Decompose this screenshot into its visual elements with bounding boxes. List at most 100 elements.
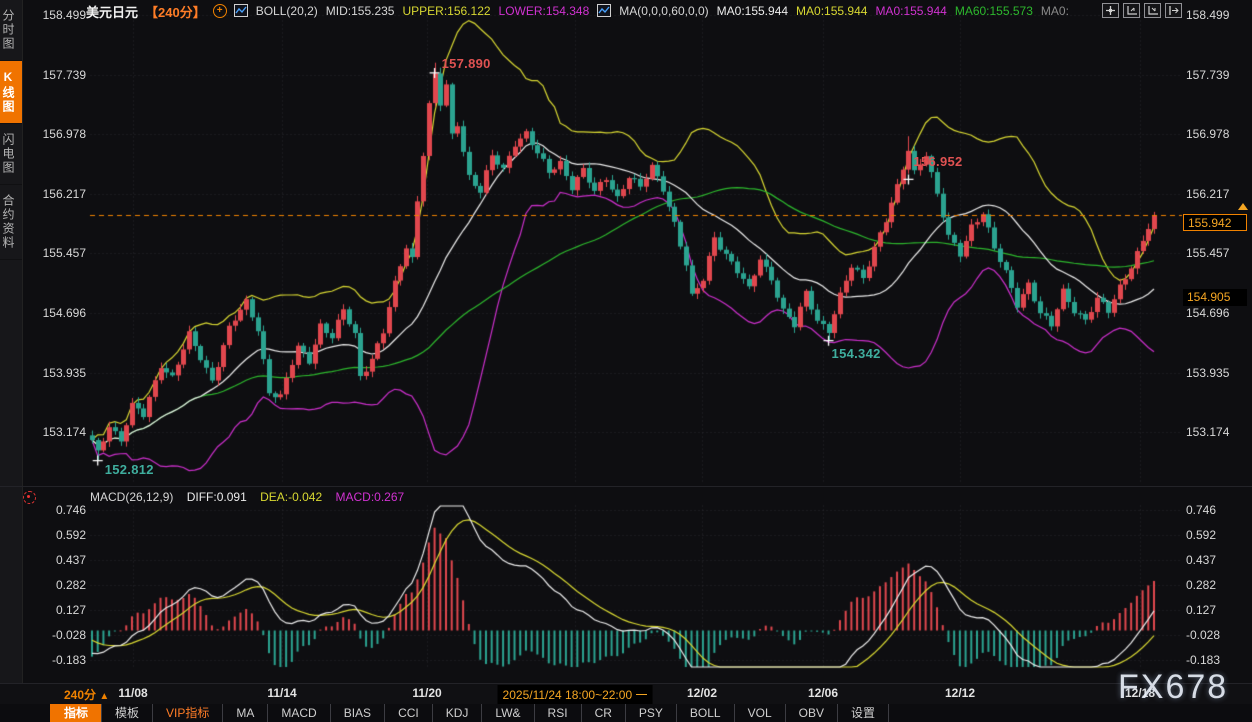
date-tick-label: 11/08 (118, 686, 147, 700)
add-indicator-icon[interactable]: + (213, 4, 227, 18)
macd-header: MACD(26,12,9) DIFF:0.091 DEA:-0.042 MACD… (90, 490, 414, 504)
macd-tick-label: 0.437 (1186, 553, 1216, 567)
macd-tick-label: -0.028 (26, 628, 86, 642)
pan-right-icon[interactable] (1165, 3, 1182, 18)
price-tick-label: 155.457 (1186, 246, 1229, 260)
macd-tick-label: 0.437 (26, 553, 86, 567)
timeframe-label: 240分 (64, 688, 96, 702)
current-price-box: 155.942 (1183, 214, 1247, 231)
current-price-arrow-icon (1238, 203, 1248, 210)
chart-tool-icons (1102, 3, 1182, 18)
sidebar-tab-4[interactable]: 合约资料 (0, 185, 22, 260)
date-tick-label: 11/14 (267, 686, 296, 700)
indicator-value-2: MID:155.235 (326, 4, 395, 18)
indicator-chart-icon (234, 4, 248, 17)
price-tick-label: 153.935 (26, 366, 86, 380)
left-sidebar: 分时图K线图闪电图合约资料 (0, 0, 23, 683)
toolbar-button-设置[interactable]: 设置 (837, 704, 889, 722)
indicator-value-3: UPPER:156.122 (402, 4, 490, 18)
toolbar-button-BOLL[interactable]: BOLL (676, 704, 734, 722)
indicator-toolbar: 指标模板VIP指标MAMACDBIASCCIKDJLW&RSICRPSYBOLL… (0, 704, 1252, 722)
swing-price-label: 154.342 (832, 346, 881, 361)
sidebar-tab-3[interactable]: 闪电图 (0, 124, 22, 185)
macd-tick-label: -0.183 (1186, 653, 1220, 667)
indicator-chart-icon (597, 4, 611, 17)
macd-tick-label: 0.282 (1186, 578, 1216, 592)
selected-candle-time: 2025/11/24 18:00~22:00 一 (498, 685, 653, 704)
price-tick-label: 156.217 (1186, 187, 1229, 201)
crosshair-icon[interactable] (1102, 3, 1119, 18)
price-tick-label: 154.696 (1186, 306, 1229, 320)
date-tick-label: 12/02 (687, 686, 717, 700)
macd-tick-label: 0.592 (1186, 528, 1216, 542)
toolbar-button-VOL[interactable]: VOL (734, 704, 785, 722)
indicator-value-4: LOWER:154.348 (499, 4, 590, 18)
trading-app-window: 分时图K线图闪电图合约资料 美元日元 【240分】 + BOLL(20,2) MI… (0, 0, 1252, 722)
date-tick-label: 12/12 (945, 686, 975, 700)
price-tick-label: 158.499 (26, 8, 86, 22)
swing-price-label: 156.952 (913, 154, 962, 169)
indicator-value-6: MA0:155.944 (717, 4, 788, 18)
macd-tick-label: 0.127 (26, 603, 86, 617)
toolbar-button-MACD[interactable]: MACD (267, 704, 329, 722)
axis-scale-right-icon[interactable] (1144, 3, 1161, 18)
indicator-value-9: MA60:155.573 (955, 4, 1033, 18)
chart-header: 美元日元 【240分】 + BOLL(20,2) MID:155.235 UPPER… (86, 3, 1069, 19)
price-tick-label: 156.978 (1186, 127, 1229, 141)
toolbar-button-OBV[interactable]: OBV (785, 704, 837, 722)
indicator-value-7: MA0:155.944 (796, 4, 867, 18)
macd-tick-label: 0.746 (1186, 503, 1216, 517)
macd-tick-label: -0.028 (1186, 628, 1220, 642)
price-tick-label: 156.978 (26, 127, 86, 141)
period-label: 【240分】 (145, 2, 206, 21)
price-tick-label: 157.739 (1186, 68, 1229, 82)
toolbar-button-模板[interactable]: 模板 (101, 704, 152, 722)
toolbar-button-CCI[interactable]: CCI (384, 704, 432, 722)
sidebar-tab-1[interactable]: 分时图 (0, 0, 22, 61)
macd-tick-label: 0.592 (26, 528, 86, 542)
toolbar-button-MA[interactable]: MA (222, 704, 267, 722)
indicator-value-8: MA0:155.944 (875, 4, 946, 18)
macd-diff-value: DIFF:0.091 (187, 490, 247, 504)
macd-tick-label: -0.183 (26, 653, 86, 667)
price-tick-label: 155.457 (26, 246, 86, 260)
price-tick-label: 153.174 (26, 425, 86, 439)
secondary-price-box: 154.905 (1183, 289, 1247, 306)
date-tick-label: 12/18 (1125, 686, 1155, 700)
indicator-value-1: BOLL(20,2) (256, 4, 318, 18)
macd-params-label: MACD(26,12,9) (90, 490, 173, 504)
panel-separator (0, 486, 1252, 487)
toolbar-button-RSI[interactable]: RSI (534, 704, 581, 722)
indicator-values: BOLL(20,2) MID:155.235 UPPER:156.122 LOWER:… (234, 4, 1069, 18)
price-tick-label: 156.217 (26, 187, 86, 201)
toolbar-button-BIAS[interactable]: BIAS (330, 704, 384, 722)
axis-scale-left-icon[interactable] (1123, 3, 1140, 18)
swing-price-label: 152.812 (105, 462, 154, 477)
price-tick-label: 153.174 (1186, 425, 1229, 439)
chart-canvas[interactable] (0, 0, 1252, 722)
sidebar-tab-2[interactable]: K线图 (0, 61, 22, 124)
toolbar-button-LW&[interactable]: LW& (481, 704, 533, 722)
symbol-title: 美元日元 (86, 2, 138, 21)
toolbar-button-KDJ[interactable]: KDJ (432, 704, 482, 722)
toolbar-button-VIP指标[interactable]: VIP指标 (152, 704, 222, 722)
date-tick-label: 11/20 (412, 686, 441, 700)
price-tick-label: 158.499 (1186, 8, 1229, 22)
chevron-up-icon: ▲ (99, 691, 109, 702)
macd-dea-value: DEA:-0.042 (260, 490, 322, 504)
macd-macd-value: MACD:0.267 (335, 490, 404, 504)
price-tick-label: 157.739 (26, 68, 86, 82)
macd-indicator-target-icon[interactable] (23, 491, 36, 504)
toolbar-button-CR[interactable]: CR (581, 704, 625, 722)
indicator-value-5: MA(0,0,0,60,0,0) (619, 4, 708, 18)
date-tick-label: 12/06 (808, 686, 838, 700)
toolbar-button-PSY[interactable]: PSY (625, 704, 676, 722)
swing-price-label: 157.890 (442, 56, 491, 71)
toolbar-button-指标[interactable]: 指标 (50, 704, 101, 722)
price-tick-label: 153.935 (1186, 366, 1229, 380)
timeframe-selector[interactable]: 240分 ▲ (64, 686, 109, 703)
macd-tick-label: 0.746 (26, 503, 86, 517)
macd-tick-label: 0.282 (26, 578, 86, 592)
indicator-value-10: MA0: (1041, 4, 1069, 18)
macd-tick-label: 0.127 (1186, 603, 1216, 617)
